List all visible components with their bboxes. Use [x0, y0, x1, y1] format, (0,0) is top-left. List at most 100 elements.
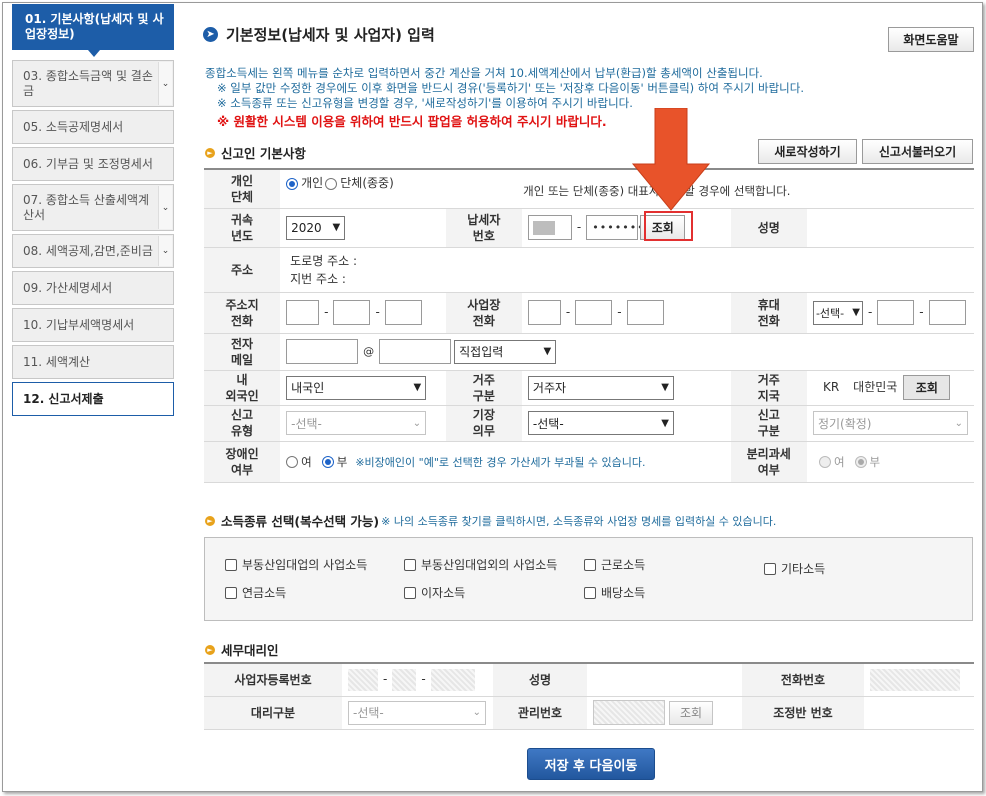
label-text: 관리번호 [517, 705, 563, 720]
mgmt-no-field[interactable] [593, 700, 665, 725]
taxpayer-no-back-input[interactable]: ••••••• [586, 215, 644, 240]
radio-disabled-no[interactable] [321, 456, 334, 468]
select-value: 거주자 [532, 381, 567, 395]
radio-separate-no[interactable] [854, 456, 867, 468]
select-value: -선택- [532, 416, 564, 431]
sidebar-item-basic-info[interactable]: 01. 기본사항(납세자 및 사업장정보) [12, 4, 174, 50]
radio-individual[interactable] [286, 177, 299, 190]
biz-reg-3-field[interactable] [430, 668, 475, 691]
label-agent-type: 대리구분 [204, 696, 342, 730]
checkbox-icon[interactable] [404, 586, 416, 599]
label-text: 납세자 번호 [467, 212, 501, 243]
biz-phone-cell: -- [521, 292, 731, 334]
checkbox-label: 기타소득 [781, 562, 826, 576]
residence-select[interactable]: 거주자 ▼ [527, 375, 674, 400]
checkbox-icon[interactable] [225, 586, 237, 599]
sidebar-item-label: 09. 가산세명세서 [23, 280, 113, 295]
radio-group[interactable] [325, 177, 338, 190]
checkbox-other-business[interactable]: 부동산임대업외의 사업소득 [404, 556, 557, 573]
checkbox-icon[interactable] [584, 586, 596, 599]
radio-label: 부 [869, 454, 881, 469]
agent-phone-field[interactable] [870, 668, 960, 691]
chevron-down-icon[interactable]: ⌄ [158, 62, 172, 105]
dash-separator: - [383, 672, 388, 687]
sidebar-item-deduction[interactable]: 05. 소득공제명세서 [12, 110, 174, 144]
label-text: 분리과세 여부 [746, 446, 791, 477]
sidebar-item-submit[interactable]: 12. 신고서제출 [12, 382, 174, 416]
checkbox-icon[interactable] [404, 558, 416, 571]
chevron-down-icon: ▼ [543, 346, 552, 357]
chevron-down-icon: ⌄ [954, 417, 963, 429]
biz-phone-2-input[interactable] [575, 300, 613, 325]
checkbox-rental-business[interactable]: 부동산임대업의 사업소득 [225, 556, 367, 573]
country-lookup-button[interactable]: 조회 [903, 375, 951, 400]
checkbox-dividend-income[interactable]: 배당소득 [584, 584, 645, 601]
section-title-text: 세무대리인 [221, 643, 279, 658]
address-phone-1-input[interactable] [286, 300, 320, 325]
email-domain-select[interactable]: 직접입력 ▼ [454, 339, 557, 364]
checkbox-label: 배당소득 [601, 586, 646, 600]
report-class-select[interactable]: 정기(확정) ⌄ [812, 411, 968, 435]
address-phone-2-input[interactable] [333, 300, 371, 325]
label-text: 거주 지국 [757, 372, 780, 403]
report-type-select[interactable]: -선택- ⌄ [286, 411, 427, 435]
mobile-prefix-select[interactable]: -선택- ▼ [812, 300, 863, 325]
checkbox-icon[interactable] [584, 558, 596, 571]
sidebar-item-donation[interactable]: 06. 기부금 및 조정명세서 [12, 147, 174, 181]
checkbox-interest-income[interactable]: 이자소득 [404, 584, 465, 601]
sidebar-item-tax-calc[interactable]: 11. 세액계산 [12, 345, 174, 379]
select-value: 2020 [291, 220, 322, 235]
label-name: 성명 [730, 208, 807, 248]
chevron-down-icon[interactable]: ⌄ [158, 236, 172, 266]
sidebar-item-income[interactable]: 03. 종합소득금액 및 결손금 ⌄ [12, 60, 174, 107]
bookkeeping-select[interactable]: -선택- ▼ [527, 411, 674, 435]
label-year: 귀속 년도 [204, 208, 281, 248]
checkbox-earned-income[interactable]: 근로소득 [584, 556, 645, 573]
checkbox-pension-income[interactable]: 연금소득 [225, 584, 286, 601]
year-select[interactable]: 2020 ▼ [286, 215, 346, 240]
agent-table: 사업자등록번호 -- 성명 전화번호 대리구분 -선택- ⌄ 관리번호 조회 조정… [204, 662, 974, 730]
country-name: 대한민국 [853, 380, 898, 394]
sidebar-item-calc-tax[interactable]: 07. 종합소득 산출세액계산서 ⌄ [12, 184, 174, 231]
arrow-circle-icon: ➤ [203, 27, 218, 42]
address-phone-3-input[interactable] [384, 300, 422, 325]
disabled-note: ※비장애인이 "예"로 선택한 경우 가산세가 부과될 수 있습니다. [355, 455, 646, 469]
radio-separate-yes[interactable] [818, 456, 831, 468]
label-text: 장애인 여부 [225, 446, 259, 477]
email-id-input[interactable] [286, 339, 359, 364]
taxpayer-no-cell: - ••••••• 조회 [521, 208, 731, 248]
new-report-button[interactable]: 새로작성하기 [758, 139, 857, 164]
mgmt-lookup-button[interactable]: 조회 [669, 700, 713, 725]
help-button[interactable]: 화면도움말 [888, 27, 974, 52]
chevron-down-icon[interactable]: ⌄ [158, 186, 172, 229]
biz-phone-1-input[interactable] [527, 300, 561, 325]
chevron-down-icon: ▼ [413, 382, 422, 393]
report-class-cell: 정기(확정) ⌄ [806, 405, 974, 442]
sidebar-item-credit[interactable]: 08. 세액공제,감면,준비금 ⌄ [12, 234, 174, 268]
agent-name-cell [587, 663, 742, 697]
checkbox-other-income[interactable]: 기타소득 [764, 560, 825, 577]
biz-reg-2-field[interactable] [392, 668, 417, 691]
mobile-3-input[interactable] [928, 300, 966, 325]
road-address-label: 도로명 주소 : [290, 253, 358, 268]
label-address: 주소 [204, 247, 281, 293]
email-domain-input[interactable] [379, 339, 452, 364]
mobile-2-input[interactable] [877, 300, 915, 325]
checkbox-icon[interactable] [225, 558, 237, 571]
sidebar-item-penalty[interactable]: 09. 가산세명세서 [12, 271, 174, 305]
save-next-button[interactable]: 저장 후 다음이동 [527, 748, 655, 780]
section-title-income-kinds: ► 소득종류 선택(복수선택 가능) ※ 나의 소득종류 찾기를 클릭하시면, … [205, 511, 776, 530]
radio-disabled-yes[interactable] [286, 456, 299, 468]
checkbox-icon[interactable] [764, 562, 776, 575]
taxpayer-no-front-input[interactable] [527, 215, 572, 240]
mobile-cell: -선택- ▼ - - [806, 292, 974, 334]
biz-reg-1-field[interactable] [348, 668, 378, 691]
nationality-select[interactable]: 내국인 ▼ [286, 375, 427, 400]
load-report-button[interactable]: 신고서불러오기 [862, 139, 973, 164]
dash-separator: - [565, 305, 571, 319]
agent-type-select[interactable]: -선택- ⌄ [348, 700, 486, 725]
sidebar-item-prepaid[interactable]: 10. 기납부세액명세서 [12, 308, 174, 342]
dash-separator: - [617, 305, 622, 319]
biz-phone-3-input[interactable] [626, 300, 664, 325]
label-residence-country: 거주 지국 [730, 370, 807, 406]
